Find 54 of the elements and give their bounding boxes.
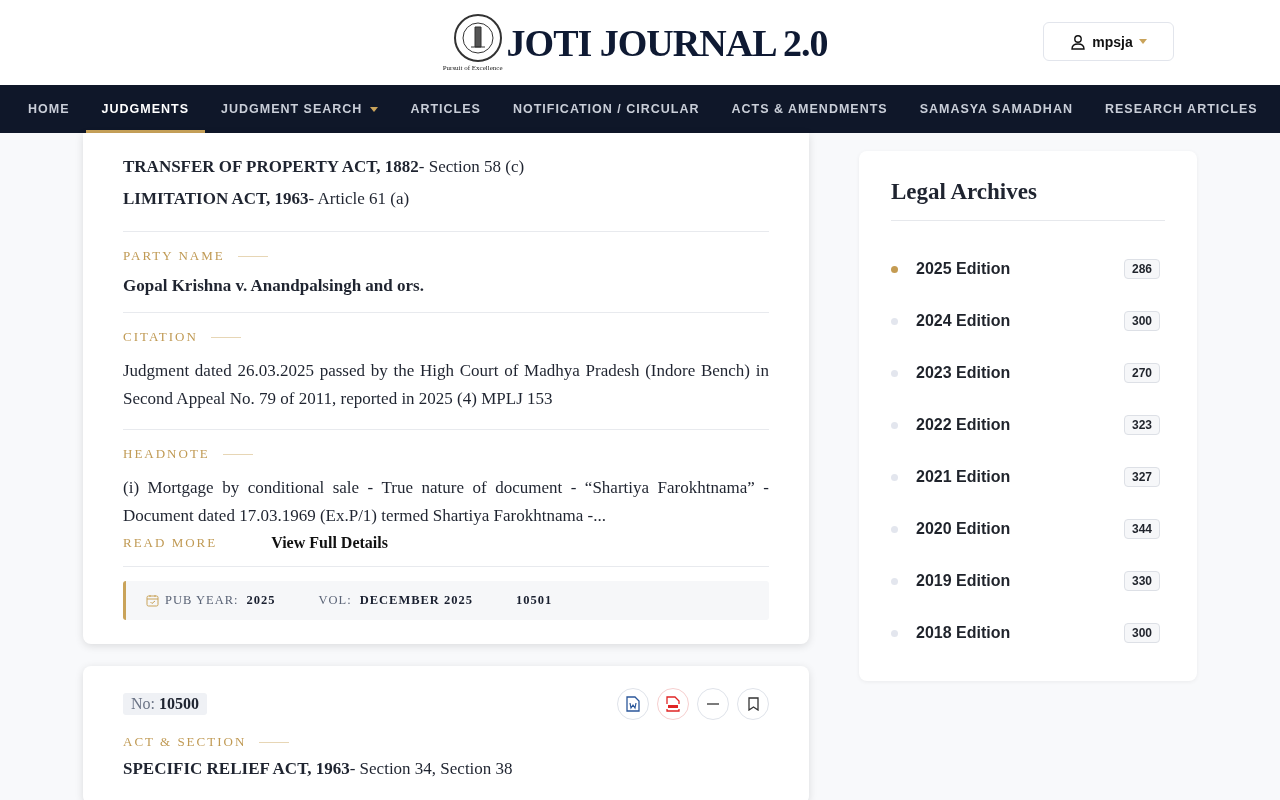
act-section-text: TRANSFER OF PROPERTY ACT, 1882- Section 58 (c) [123,156,526,178]
word-download-button[interactable] [617,688,649,720]
section-label: CITATION [123,329,198,345]
archive-link[interactable]: 2018 Edition [916,624,1011,641]
count-badge: 270 [1123,363,1160,383]
bookmark-button[interactable] [737,688,769,720]
count-badge: 300 [1123,311,1160,331]
archive-link[interactable]: 2024 Edition [916,312,1011,329]
bookmark-icon [747,697,759,711]
judgment-number: 10501 [516,593,553,608]
headnote-text: (i) Mortgage by conditional sale - True nature of document - “Shartiya Farokhtnama” - Document dated 17.03.1969 (Ex.P/1) termed Shartiya Farokhtnama -... [123,477,769,527]
user-icon [1070,33,1087,50]
dash-icon [707,703,719,705]
nav-tab[interactable]: ACTS & AMENDMENTS [715,85,904,133]
section-label: HEADNOTE [123,446,210,462]
section-label: ACT & SECTION [123,734,247,750]
count-badge: 323 [1123,415,1160,435]
archive-link[interactable]: 2020 Edition [916,520,1011,537]
judgment-number: No: 10500 [123,693,207,715]
count-badge: 344 [1123,519,1160,539]
meta-label: VOL: [318,593,352,608]
meta-label: PUB YEAR: [165,593,239,608]
act-section-text: SPECIFIC RELIEF ACT, 1963- Section 34, Section 38 [123,758,514,780]
count-badge: 300 [1123,623,1160,643]
count-badge: 330 [1123,571,1160,591]
nav-tab[interactable]: RESEARCH ARTICLES [1088,85,1274,133]
act-section-text: LIMITATION ACT, 1963- Article 61 (a) [123,188,411,210]
nav-tab[interactable]: JUDGMENT SEARCH [205,85,395,133]
site-title[interactable]: JOTI JOURNAL 2.0 [506,21,828,65]
archive-link[interactable]: 2023 Edition [916,364,1011,381]
meta-value: 2025 [246,593,276,608]
nav-tab[interactable]: SAMASYA SAMADHAN [903,85,1089,133]
meta-value: DECEMBER 2025 [359,593,473,608]
view-details-link[interactable]: View Full Details [271,534,388,552]
calendar-icon [146,594,159,607]
citation-text: Judgment dated 26.03.2025 passed by the High Court of Madhya Pradesh (Indore Bench) in Second Appeal No. 79 of 2011, reported in 2025 (4) MPLJ 153 [123,360,769,410]
archive-link[interactable]: 2022 Edition [916,416,1011,433]
seal-logo-icon [452,13,503,63]
party-name: Gopal Krishna v. Anandpalsingh and ors. [123,276,425,296]
nav-tab[interactable]: HOME [12,85,86,133]
user-menu-button[interactable]: mpsja [1043,22,1174,61]
minimize-button[interactable] [697,688,729,720]
nav-tab[interactable]: NOTIFICATION / CIRCULAR [496,85,716,133]
count-badge: 286 [1123,259,1160,279]
count-badge: 327 [1123,467,1160,487]
pdf-download-button[interactable] [657,688,689,720]
panel-title: Legal Archives [891,179,1165,221]
archive-link[interactable]: 2025 Edition [916,260,1011,277]
word-file-icon [626,696,640,712]
archive-link[interactable]: 2021 Edition [916,468,1011,485]
nav-tab[interactable]: ARTICLES [394,85,497,133]
archive-link[interactable]: 2019 Edition [916,572,1011,589]
caret-icon [1138,39,1147,44]
section-label: PARTY NAME [123,248,225,264]
